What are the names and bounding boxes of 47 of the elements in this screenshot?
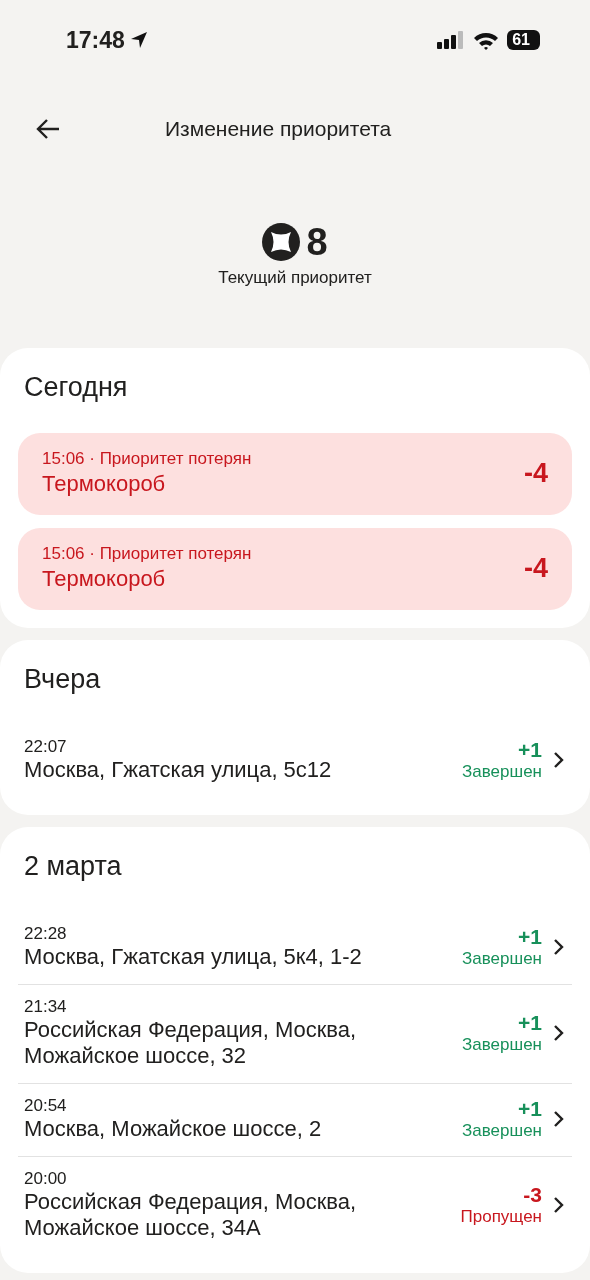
- order-time: 20:54: [24, 1096, 68, 1116]
- loss-time: 15:06 · Приоритет потерян: [42, 544, 252, 564]
- order-address: Москва, Можайское шоссе, 2: [24, 1116, 323, 1142]
- order-time: 20:00: [24, 1169, 68, 1189]
- order-delta: +1: [518, 1011, 542, 1035]
- section-title: Сегодня: [23, 372, 129, 403]
- loss-delta: -4: [524, 552, 548, 584]
- loss-delta: -4: [524, 457, 548, 489]
- priority-icon: [262, 223, 301, 261]
- order-delta: +1: [518, 738, 542, 762]
- signal-icon: [437, 31, 466, 49]
- wifi-icon: [473, 30, 500, 50]
- order-row[interactable]: 21:34 Российская Федерация, Москва, Можайское шоссе, 32 +1 Завершен: [18, 985, 572, 1084]
- priority-value: 8: [306, 222, 328, 262]
- order-status: Завершен: [462, 1121, 542, 1141]
- order-address: Москва, Гжатская улица, 5к4, 1-2: [24, 944, 363, 970]
- chevron-right-icon: [552, 750, 566, 770]
- order-status: Завершен: [462, 949, 542, 969]
- battery-level: 61: [507, 30, 540, 50]
- chevron-right-icon: [552, 1023, 566, 1043]
- order-time: 22:07: [24, 737, 68, 757]
- loss-time: 15:06 · Приоритет потерян: [42, 449, 252, 469]
- order-address: Российская Федерация, Москва, Можайское шоссе, 34А: [24, 1189, 358, 1241]
- order-row[interactable]: 22:07 Москва, Гжатская улица, 5с12 +1 Завершен: [18, 725, 572, 797]
- loss-title: Термокороб: [42, 566, 167, 592]
- order-status: Завершен: [462, 762, 542, 782]
- chevron-right-icon: [552, 937, 566, 957]
- order-status: Завершен: [462, 1035, 542, 1055]
- order-time: 22:28: [24, 924, 68, 944]
- order-row[interactable]: 22:28 Москва, Гжатская улица, 5к4, 1-2 +1 Завершен: [18, 912, 572, 985]
- priority-label: Текущий приоритет: [218, 268, 372, 288]
- section-title: 2 марта: [23, 851, 123, 882]
- order-delta: -3: [523, 1183, 542, 1207]
- chevron-right-icon: [552, 1195, 566, 1215]
- loss-title: Термокороб: [42, 471, 167, 497]
- order-address: Российская Федерация, Москва, Можайское шоссе, 32: [24, 1017, 358, 1069]
- chevron-right-icon: [552, 1109, 566, 1129]
- order-delta: +1: [518, 1097, 542, 1121]
- order-status: Пропущен: [460, 1207, 542, 1227]
- screen-title: Изменение приоритета: [165, 117, 392, 141]
- clock-time: 17:48: [66, 26, 125, 54]
- order-row[interactable]: 20:54 Москва, Можайское шоссе, 2 +1 Завершен: [18, 1084, 572, 1157]
- order-address: Москва, Гжатская улица, 5с12: [24, 757, 333, 783]
- order-delta: +1: [518, 925, 542, 949]
- order-time: 21:34: [24, 997, 68, 1017]
- order-row[interactable]: 20:00 Российская Федерация, Москва, Можайское шоссе, 34А -3 Пропущен: [18, 1157, 572, 1255]
- section-title: Вчера: [23, 664, 102, 695]
